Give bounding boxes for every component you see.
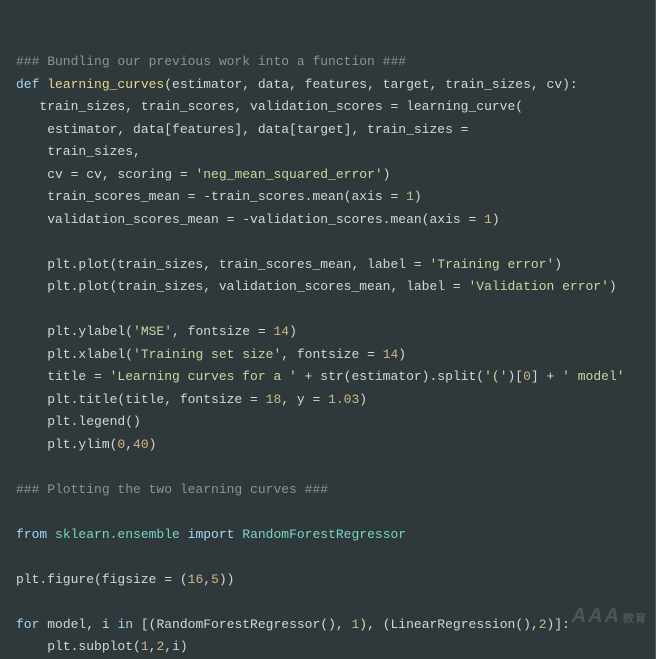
code-token: 5 <box>211 572 219 587</box>
code-line: train_sizes, train_scores, validation_sc… <box>16 96 651 119</box>
code-token: ) <box>554 257 562 272</box>
code-token: '(' <box>484 369 507 384</box>
code-token: (estimator, data, features, target, trai… <box>164 77 577 92</box>
code-token: cv = cv, scoring = <box>16 167 195 182</box>
code-line: plt.subplot(1,2,i) <box>16 636 651 659</box>
code-line: ### Plotting the two learning curves ### <box>16 479 651 502</box>
code-token: validation_scores_mean = -validation_sco… <box>16 212 484 227</box>
code-token: plt.subplot( <box>16 639 141 654</box>
code-line: estimator, data[features], data[target],… <box>16 119 651 142</box>
code-token: def <box>16 77 47 92</box>
code-token: , fontsize = <box>172 324 273 339</box>
code-token: plt.plot(train_sizes, train_scores_mean,… <box>16 257 429 272</box>
code-line: title = 'Learning curves for a ' + str(e… <box>16 366 651 389</box>
code-token: plt.title(title, fontsize = <box>16 392 266 407</box>
code-token: ) <box>149 437 157 452</box>
code-line: plt.ylabel('MSE', fontsize = 14) <box>16 321 651 344</box>
code-line: plt.title(title, fontsize = 18, y = 1.03… <box>16 389 651 412</box>
code-line: cv = cv, scoring = 'neg_mean_squared_err… <box>16 164 651 187</box>
code-token: 1 <box>141 639 149 654</box>
code-token: 'Learning curves for a ' <box>110 369 297 384</box>
code-token: )]: <box>547 617 570 632</box>
code-line: plt.plot(train_sizes, validation_scores_… <box>16 276 651 299</box>
code-token: ### Bundling our previous work into a fu… <box>16 54 406 69</box>
code-token: 16 <box>188 572 204 587</box>
code-editor[interactable]: ### Bundling our previous work into a fu… <box>0 0 656 659</box>
code-token: 14 <box>273 324 289 339</box>
code-line: plt.plot(train_sizes, train_scores_mean,… <box>16 254 651 277</box>
code-token: , <box>203 572 211 587</box>
code-token: , y = <box>281 392 328 407</box>
code-token: )[ <box>508 369 524 384</box>
code-token: 18 <box>266 392 282 407</box>
code-token: train_sizes, <box>16 144 141 159</box>
code-line: def learning_curves(estimator, data, fea… <box>16 74 651 97</box>
code-token: 'Training set size' <box>133 347 281 362</box>
code-token: import <box>180 527 242 542</box>
code-token: 2 <box>539 617 547 632</box>
code-token: plt.xlabel( <box>16 347 133 362</box>
code-token: learning_curves <box>47 77 164 92</box>
code-token: train_scores_mean = -train_scores.mean(a… <box>16 189 406 204</box>
code-token: plt.figure(figsize = ( <box>16 572 188 587</box>
code-token: ), (LinearRegression(), <box>359 617 538 632</box>
code-line <box>16 546 651 569</box>
code-line: for model, i in [(RandomForestRegressor(… <box>16 614 651 637</box>
code-token: ) <box>414 189 422 204</box>
code-token: ) <box>289 324 297 339</box>
code-token: ) <box>398 347 406 362</box>
code-token: from <box>16 527 55 542</box>
code-token: ,i) <box>164 639 187 654</box>
code-token: plt.ylim( <box>16 437 117 452</box>
code-token: RandomForestRegressor <box>242 527 406 542</box>
code-token: ) <box>359 392 367 407</box>
code-token: 14 <box>383 347 399 362</box>
code-token: ) <box>609 279 617 294</box>
code-line <box>16 501 651 524</box>
code-token: title = <box>16 369 110 384</box>
code-token: estimator, data[features], data[target],… <box>16 122 468 137</box>
code-token: sklearn.ensemble <box>55 527 180 542</box>
code-token: )) <box>219 572 235 587</box>
code-line: ### Bundling our previous work into a fu… <box>16 51 651 74</box>
code-line: plt.ylim(0,40) <box>16 434 651 457</box>
code-token: [(RandomForestRegressor(), <box>141 617 352 632</box>
code-token: ### Plotting the two learning curves ### <box>16 482 328 497</box>
code-token: 'neg_mean_squared_error' <box>195 167 382 182</box>
code-token: + str(estimator).split( <box>297 369 484 384</box>
code-line: train_scores_mean = -train_scores.mean(a… <box>16 186 651 209</box>
code-token: , <box>125 437 133 452</box>
code-token: ' model' <box>562 369 624 384</box>
code-token: ] + <box>531 369 562 384</box>
code-line <box>16 456 651 479</box>
code-token: 1.03 <box>328 392 359 407</box>
code-token: 1 <box>406 189 414 204</box>
code-line <box>16 231 651 254</box>
code-token: plt.plot(train_sizes, validation_scores_… <box>16 279 468 294</box>
code-token: 'Validation error' <box>468 279 608 294</box>
code-line: plt.xlabel('Training set size', fontsize… <box>16 344 651 367</box>
code-line <box>16 299 651 322</box>
code-content: ### Bundling our previous work into a fu… <box>16 51 651 659</box>
code-token: in <box>117 617 140 632</box>
code-token: train_sizes, train_scores, validation_sc… <box>16 99 523 114</box>
code-token: plt.ylabel( <box>16 324 133 339</box>
code-line: plt.figure(figsize = (16,5)) <box>16 569 651 592</box>
code-line: validation_scores_mean = -validation_sco… <box>16 209 651 232</box>
code-token: 40 <box>133 437 149 452</box>
code-token: ) <box>492 212 500 227</box>
code-token: 0 <box>523 369 531 384</box>
code-token: model, i <box>47 617 117 632</box>
code-token: 1 <box>484 212 492 227</box>
code-line: train_sizes, <box>16 141 651 164</box>
code-token: ) <box>383 167 391 182</box>
code-token: , fontsize = <box>281 347 382 362</box>
code-line: from sklearn.ensemble import RandomFores… <box>16 524 651 547</box>
code-token: plt.legend() <box>16 414 141 429</box>
code-line <box>16 591 651 614</box>
code-token: 'MSE' <box>133 324 172 339</box>
code-token: for <box>16 617 47 632</box>
code-token: 'Training error' <box>429 257 554 272</box>
code-line: plt.legend() <box>16 411 651 434</box>
